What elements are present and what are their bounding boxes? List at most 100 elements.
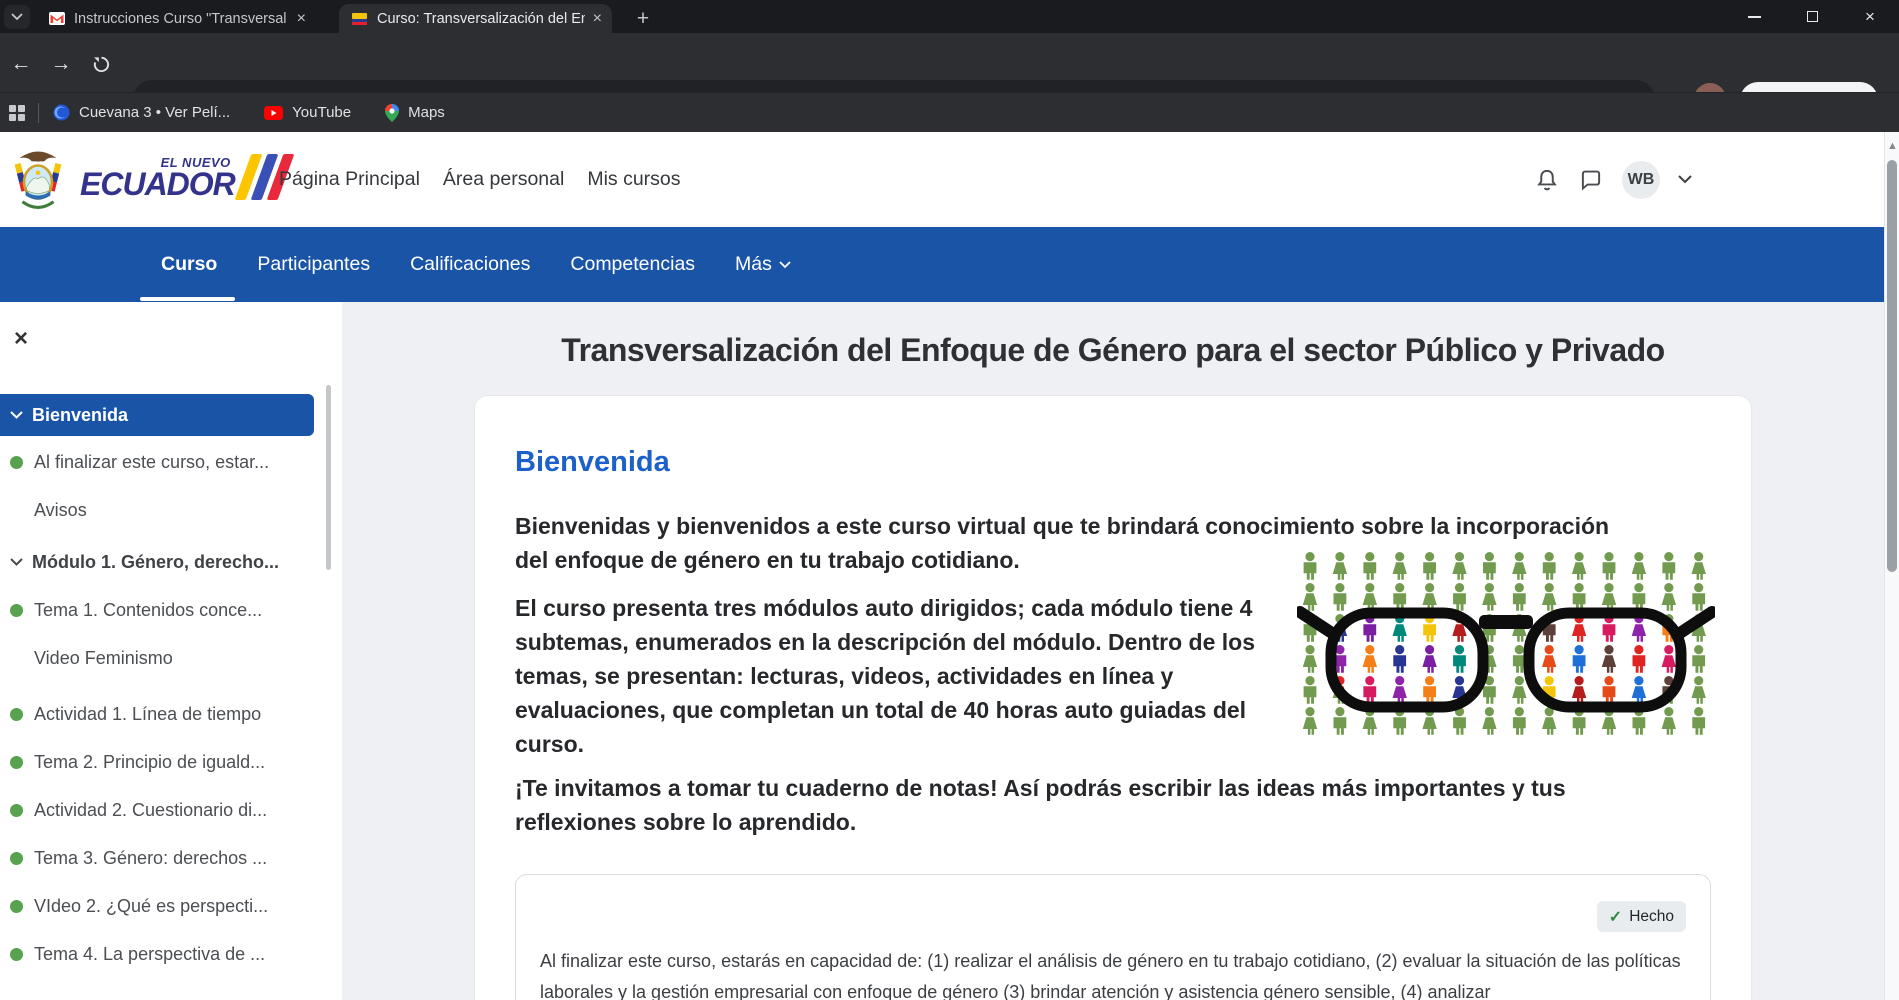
sidebar-item[interactable]: Tema 3. Género: derechos ... <box>0 834 342 882</box>
bookmarks-bar: Cuevana 3 • Ver Pelí... YouTube Maps <box>0 92 1899 132</box>
course-index-drawer: × Bienvenida Al finalizar este curso, es… <box>0 302 342 1000</box>
course-title: Transversalización del Enfoque de Género… <box>474 332 1752 369</box>
forward-button[interactable]: → <box>46 49 76 79</box>
bookmark-youtube[interactable]: YouTube <box>264 104 351 121</box>
completion-dot-icon <box>10 604 23 617</box>
tab-competencias[interactable]: Competencias <box>570 227 695 302</box>
youtube-icon <box>264 106 283 120</box>
sidebar-section-modulo-1[interactable]: Módulo 1. Género, derecho... <box>0 538 342 586</box>
apps-grid-icon[interactable] <box>8 104 26 122</box>
sidebar-item-label: Tema 4. La perspectiva de ... <box>34 944 265 965</box>
tab-calificaciones[interactable]: Calificaciones <box>410 227 530 302</box>
done-label: Hecho <box>1629 908 1674 926</box>
window-close-button[interactable]: × <box>1841 0 1899 33</box>
completion-dot-icon <box>10 756 23 769</box>
browser-tab-strip: Instrucciones Curso "Transversal × Curso… <box>0 0 1899 33</box>
tab-search-button[interactable] <box>4 5 30 29</box>
gender-glasses-image <box>1297 551 1715 739</box>
chevron-down-icon <box>10 411 23 419</box>
close-drawer-button[interactable]: × <box>6 324 36 354</box>
reload-button[interactable] <box>86 49 116 79</box>
welcome-paragraph-2: El curso presenta tres módulos auto diri… <box>515 591 1283 761</box>
user-menu-chevron-icon[interactable] <box>1678 175 1692 184</box>
header-icons: WB <box>1534 132 1692 227</box>
bookmark-label: Maps <box>408 104 445 121</box>
welcome-paragraph-3: ¡Te invitamos a tomar tu cuaderno de not… <box>515 771 1675 839</box>
browser-tab-instrucciones[interactable]: Instrucciones Curso "Transversal × <box>36 4 316 33</box>
sidebar-item-label: Bienvenida <box>32 405 128 426</box>
completion-dot-icon <box>10 708 23 721</box>
course-nav: Curso Participantes Calificaciones Compe… <box>0 227 1884 302</box>
check-icon: ✓ <box>1609 907 1622 927</box>
page-scrollbar-thumb[interactable] <box>1887 160 1897 572</box>
bookmark-label: YouTube <box>292 104 351 121</box>
gmail-favicon-icon <box>48 10 65 27</box>
tab-close-icon[interactable]: × <box>297 11 306 27</box>
window-maximize-button[interactable] <box>1783 0 1841 33</box>
section-heading: Bienvenida <box>515 446 1711 479</box>
bookmark-label: Cuevana 3 • Ver Pelí... <box>79 104 230 121</box>
new-tab-button[interactable]: + <box>630 6 656 32</box>
sidebar-item-label: Actividad 2. Cuestionario di... <box>34 800 267 821</box>
sidebar-item[interactable]: Video Feminismo <box>0 634 342 682</box>
sidebar-item-label: Tema 3. Género: derechos ... <box>34 848 267 869</box>
tab-mas[interactable]: Más <box>735 227 791 302</box>
sidebar-item-label: Módulo 1. Género, derecho... <box>32 552 279 573</box>
sidebar-scrollbar-thumb[interactable] <box>326 385 331 570</box>
sidebar-section-bienvenida[interactable]: Bienvenida <box>0 394 314 436</box>
back-button[interactable]: ← <box>6 49 36 79</box>
reload-icon <box>92 55 111 74</box>
nav-mis-cursos[interactable]: Mis cursos <box>587 168 680 191</box>
ecuador-coat-of-arms-icon <box>10 150 66 210</box>
maps-pin-icon <box>385 104 399 122</box>
nav-pagina-principal[interactable]: Página Principal <box>279 168 420 191</box>
chevron-down-icon <box>779 261 791 269</box>
logo-main-text: ECUADOR <box>80 170 235 199</box>
nuevo-ecuador-logo: EL NUEVO ECUADOR <box>80 154 286 200</box>
completion-dot-icon <box>10 948 23 961</box>
page-scrollbar[interactable]: ▲ <box>1884 132 1899 1000</box>
course-index-list: Bienvenida Al finalizar este curso, esta… <box>0 394 342 978</box>
sidebar-item[interactable]: VIdeo 2. ¿Qué es perspecti... <box>0 882 342 930</box>
sidebar-item-label: Al finalizar este curso, estar... <box>34 452 269 473</box>
chevron-down-icon <box>11 13 23 21</box>
course-main-region: Transversalización del Enfoque de Género… <box>342 302 1884 1000</box>
tab-title: Instrucciones Curso "Transversal <box>74 11 289 27</box>
window-controls: × <box>1725 0 1899 33</box>
sidebar-item[interactable]: Avisos <box>0 486 342 534</box>
scroll-up-arrow-icon[interactable]: ▲ <box>1887 140 1898 152</box>
window-minimize-button[interactable] <box>1725 0 1783 33</box>
completion-dot-icon <box>10 456 23 469</box>
tab-title: Curso: Transversalización del En <box>377 11 585 27</box>
tab-participantes[interactable]: Participantes <box>257 227 370 302</box>
sidebar-item[interactable]: Al finalizar este curso, estar... <box>0 438 342 486</box>
user-avatar[interactable]: WB <box>1622 161 1660 199</box>
tab-mas-label: Más <box>735 253 772 276</box>
sidebar-item[interactable]: Tema 2. Principio de iguald... <box>0 738 342 786</box>
tab-close-icon[interactable]: × <box>593 11 602 27</box>
completion-dot-icon <box>10 852 23 865</box>
bookmarks-separator <box>38 103 39 123</box>
sidebar-item[interactable]: Actividad 1. Línea de tiempo <box>0 690 342 738</box>
bookmark-cuevana[interactable]: Cuevana 3 • Ver Pelí... <box>53 104 230 121</box>
sidebar-item-label: Actividad 1. Línea de tiempo <box>34 704 261 725</box>
cuevana-icon <box>53 104 70 121</box>
sidebar-item[interactable]: Actividad 2. Cuestionario di... <box>0 786 342 834</box>
notifications-bell-icon[interactable] <box>1534 167 1560 193</box>
browser-tab-curso[interactable]: Curso: Transversalización del En × <box>339 4 612 33</box>
chevron-down-icon <box>10 558 23 566</box>
sidebar-item-label: Avisos <box>34 500 87 521</box>
sidebar-item[interactable]: Tema 4. La perspectiva de ... <box>0 930 342 978</box>
browser-chrome: Instrucciones Curso "Transversal × Curso… <box>0 0 1899 132</box>
tab-curso[interactable]: Curso <box>161 227 217 302</box>
site-header: EL NUEVO ECUADOR Página Principal Área p… <box>0 132 1884 227</box>
completion-done-badge[interactable]: ✓ Hecho <box>1597 901 1686 932</box>
bookmark-maps[interactable]: Maps <box>385 104 445 122</box>
nav-area-personal[interactable]: Área personal <box>443 168 564 191</box>
sidebar-item-label: Tema 2. Principio de iguald... <box>34 752 265 773</box>
messages-chat-icon[interactable] <box>1578 167 1604 193</box>
sidebar-item-label: VIdeo 2. ¿Qué es perspecti... <box>34 896 268 917</box>
completion-dot-icon <box>10 900 23 913</box>
completion-dot-icon <box>10 804 23 817</box>
sidebar-item[interactable]: Tema 1. Contenidos conce... <box>0 586 342 634</box>
